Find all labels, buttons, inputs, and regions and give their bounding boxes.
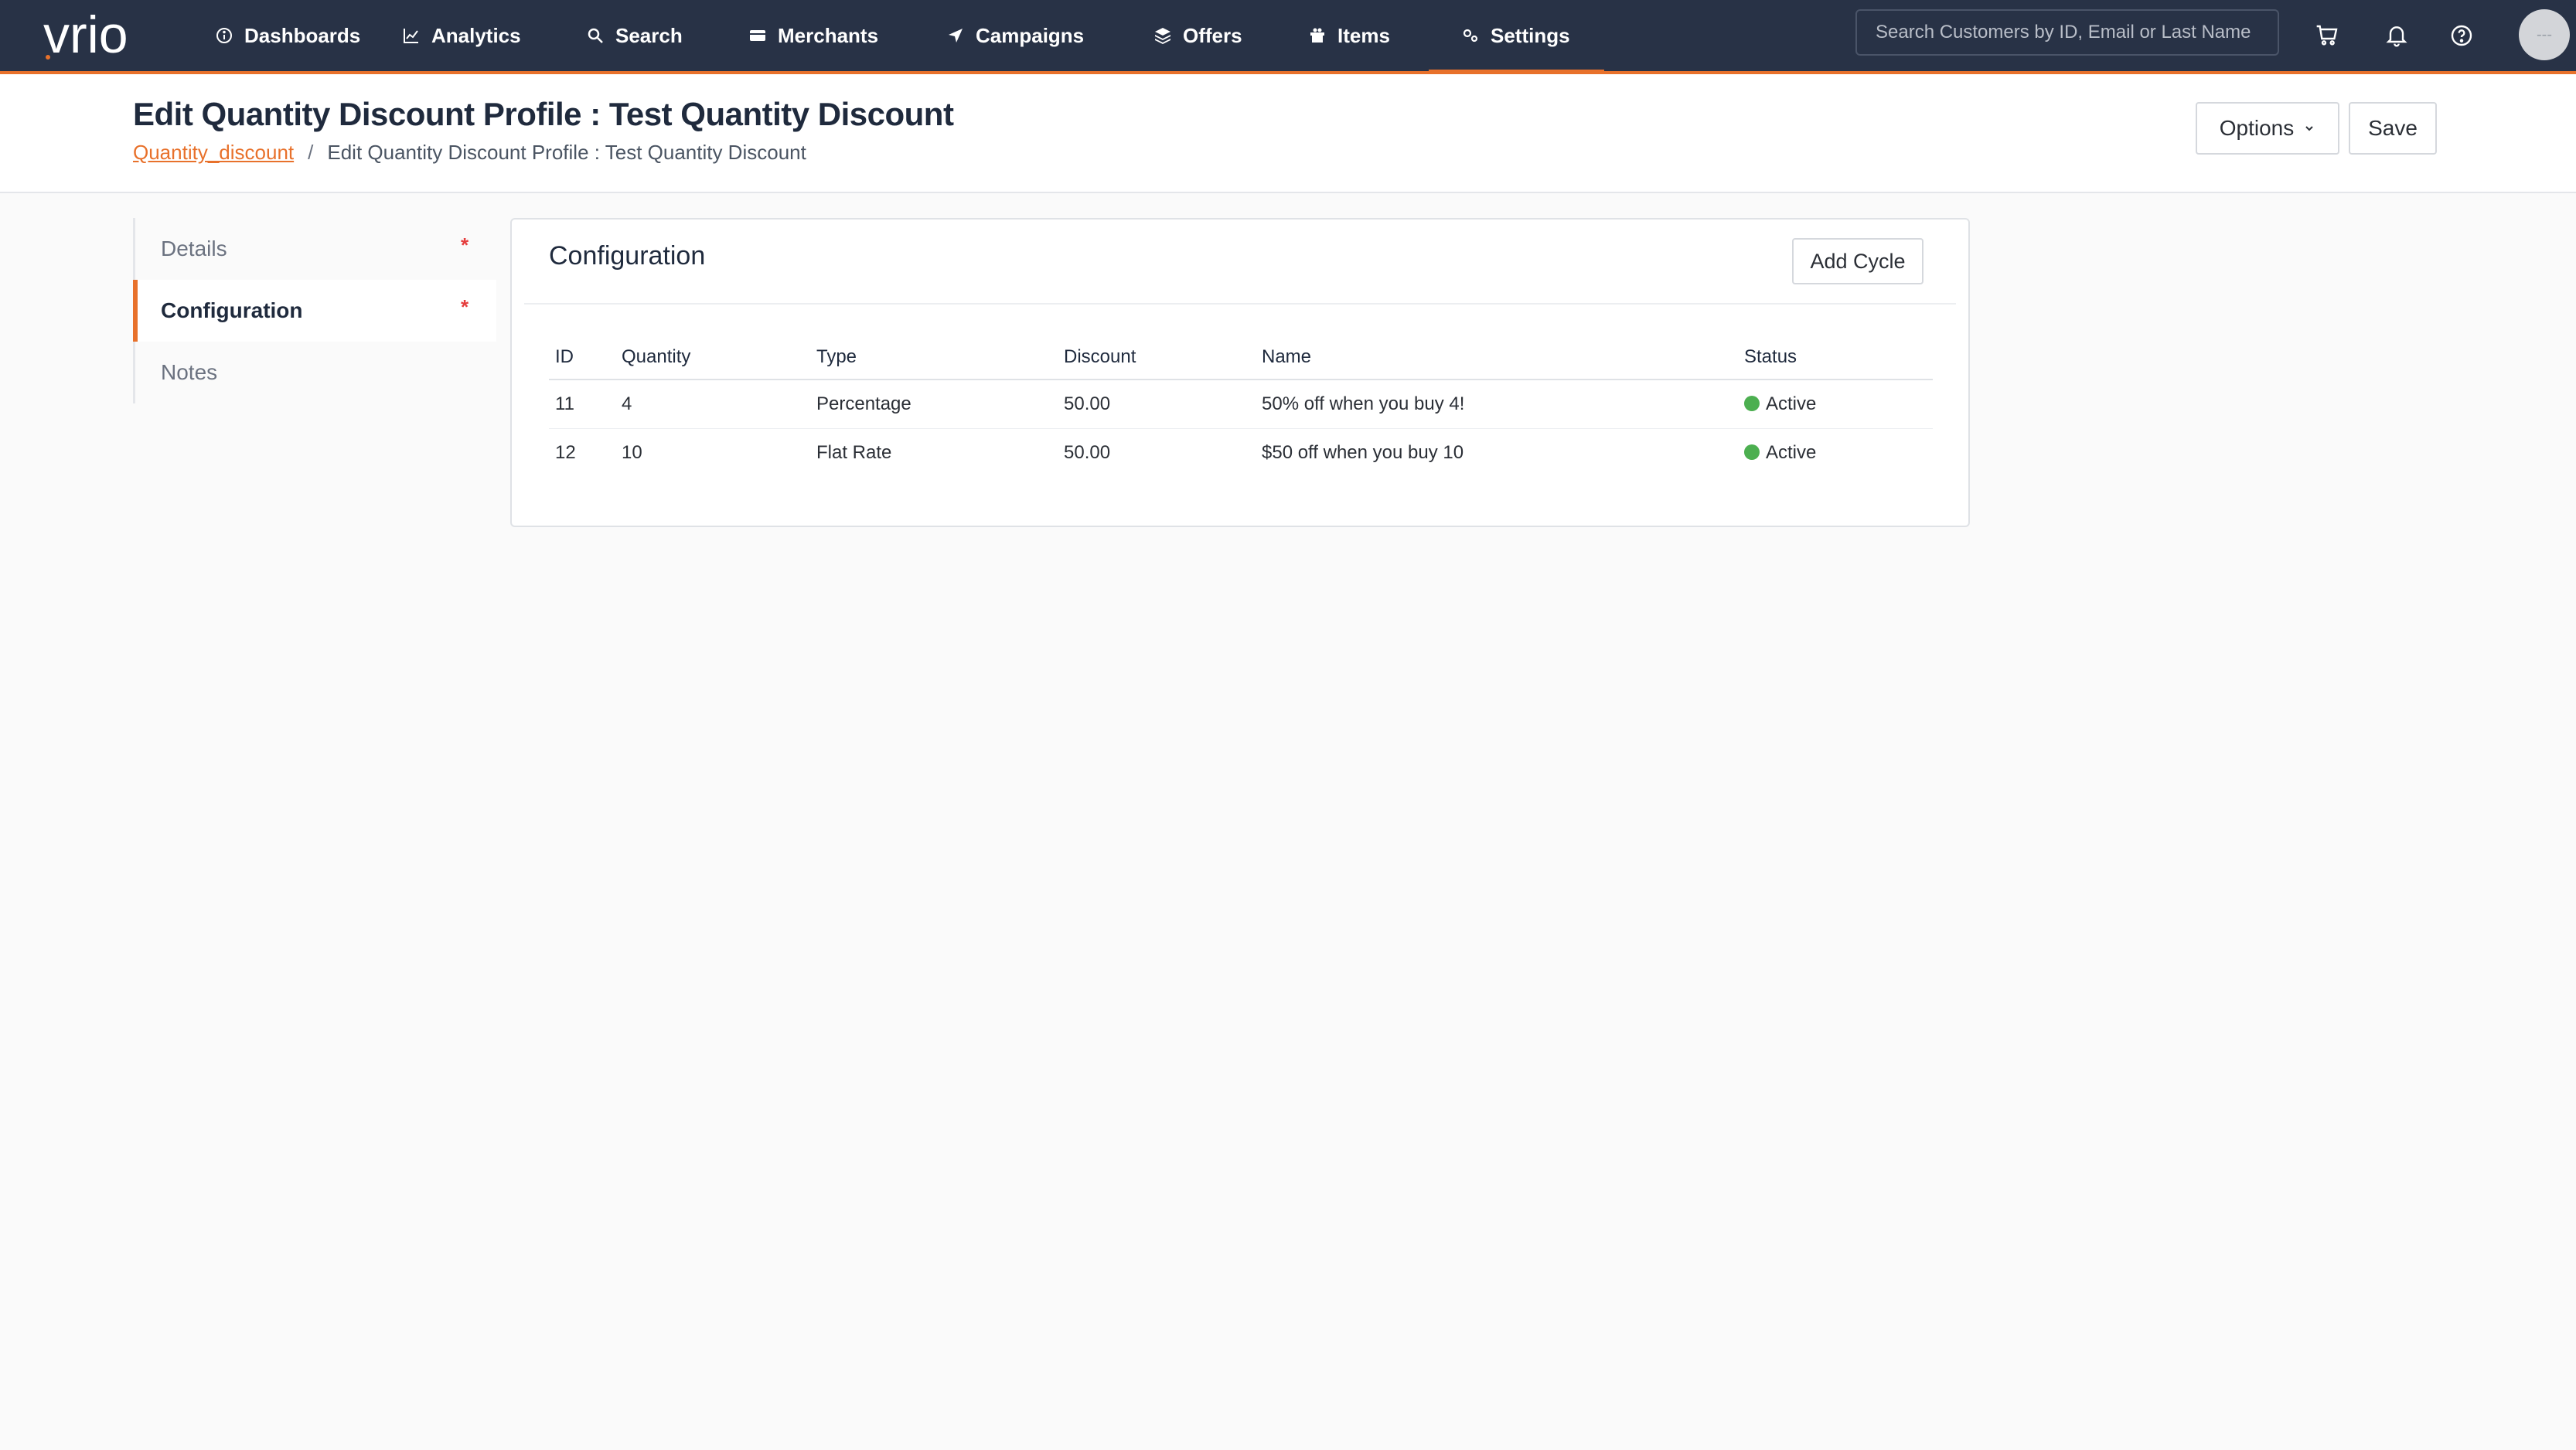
nav-search[interactable]: Search — [586, 0, 683, 71]
nav-analytics[interactable]: Analytics — [402, 0, 521, 71]
options-dropdown-button[interactable]: Options — [2196, 102, 2339, 155]
cell-quantity: 10 — [622, 442, 642, 463]
nav-merchants[interactable]: Merchants — [748, 0, 878, 71]
cell-id: 12 — [555, 442, 576, 463]
column-header-type[interactable]: Type — [810, 335, 1058, 380]
nav-items-label: Items — [1337, 23, 1390, 47]
user-avatar[interactable]: --- — [2519, 9, 2570, 60]
svg-text:vrio: vrio — [43, 8, 128, 62]
breadcrumb: Quantity_discount / Edit Quantity Discou… — [133, 141, 806, 165]
nav-dashboards-label: Dashboards — [244, 23, 361, 47]
status-active-dot-icon — [1744, 395, 1760, 411]
vrio-logo[interactable]: vrio — [43, 5, 167, 66]
nav-merchants-label: Merchants — [778, 23, 879, 47]
required-marker: * — [461, 233, 469, 257]
top-navbar: vrio Dashboards Analytics Search Merchan… — [0, 0, 2576, 74]
page-title: Edit Quantity Discount Profile : Test Qu… — [133, 96, 954, 132]
customer-search-input[interactable] — [1855, 9, 2279, 56]
card-divider — [524, 303, 1956, 305]
cell-quantity: 4 — [615, 380, 810, 429]
nav-dashboards[interactable]: Dashboards — [215, 0, 360, 71]
avatar-text: --- — [2537, 26, 2552, 43]
add-cycle-button[interactable]: Add Cycle — [1792, 238, 1923, 284]
sidebar-item-details[interactable]: Details * — [133, 218, 496, 280]
chevron-down-icon — [2305, 126, 2313, 131]
gift-box-icon — [1310, 28, 1324, 43]
profile-section-nav: Details * Configuration * Notes — [133, 218, 496, 403]
table-row[interactable]: 12 10 Flat Rate 50.00 $50 off when you b… — [549, 429, 1933, 478]
search-icon — [588, 28, 603, 43]
cell-discount: 50.00 — [1064, 442, 1111, 463]
status-active-dot-icon — [1744, 444, 1760, 460]
configuration-card: Configuration Add Cycle ID Quantity Type… — [510, 218, 1970, 527]
cart-icon[interactable] — [2310, 19, 2344, 53]
breadcrumb-current: Edit Quantity Discount Profile : Test Qu… — [327, 141, 806, 164]
table-row[interactable]: 11 4 Percentage 50.00 50% off when you b… — [549, 380, 1933, 429]
layers-icon — [1155, 28, 1170, 44]
page-header: Edit Quantity Discount Profile : Test Qu… — [0, 74, 2576, 193]
column-header-id[interactable]: ID — [549, 335, 615, 380]
save-label: Save — [2368, 116, 2418, 140]
status-label: Active — [1766, 442, 1817, 463]
sidebar-item-label: Notes — [161, 360, 218, 384]
credit-card-icon — [750, 30, 765, 41]
gears-icon — [1463, 29, 1478, 43]
help-icon[interactable] — [2445, 19, 2479, 53]
save-button[interactable]: Save — [2349, 102, 2437, 155]
bell-icon[interactable] — [2380, 19, 2414, 53]
cell-type: Percentage — [810, 380, 1058, 429]
cell-discount: 50.00 — [1058, 380, 1256, 429]
column-header-status[interactable]: Status — [1738, 335, 1933, 380]
nav-settings[interactable]: Settings — [1429, 0, 1604, 74]
cell-id: 11 — [549, 380, 615, 429]
nav-items[interactable]: Items — [1308, 0, 1390, 71]
status-label: Active — [1766, 393, 1817, 414]
nav-offers[interactable]: Offers — [1153, 0, 1242, 71]
cell-name: $50 off when you buy 10 — [1262, 442, 1464, 463]
configuration-title: Configuration — [549, 241, 706, 271]
table-header-row: ID Quantity Type Discount Name Status — [549, 335, 1933, 380]
sidebar-item-notes[interactable]: Notes — [133, 342, 496, 403]
sidebar-item-label: Details — [161, 237, 227, 260]
required-marker: * — [461, 295, 469, 318]
nav-offers-label: Offers — [1183, 23, 1242, 47]
nav-campaigns-label: Campaigns — [976, 23, 1085, 47]
info-circle-icon — [216, 28, 232, 43]
column-header-name[interactable]: Name — [1256, 335, 1738, 380]
nav-settings-label: Settings — [1491, 23, 1570, 47]
column-header-quantity[interactable]: Quantity — [615, 335, 810, 380]
sidebar-item-configuration[interactable]: Configuration * — [133, 280, 496, 342]
nav-analytics-label: Analytics — [431, 23, 521, 47]
options-label: Options — [2219, 116, 2295, 140]
line-chart-icon — [404, 29, 418, 43]
sidebar-item-label: Configuration — [161, 298, 303, 322]
cell-type: Flat Rate — [816, 442, 892, 463]
cell-name: 50% off when you buy 4! — [1256, 380, 1738, 429]
send-arrow-icon — [949, 29, 963, 43]
cell-status: Active — [1738, 380, 1933, 429]
breadcrumb-separator: / — [308, 141, 314, 164]
cell-status: Active — [1738, 429, 1933, 478]
quantity-discount-table: ID Quantity Type Discount Name Status 11… — [549, 335, 1933, 477]
column-header-discount[interactable]: Discount — [1058, 335, 1256, 380]
nav-campaigns[interactable]: Campaigns — [946, 0, 1084, 71]
nav-search-label: Search — [615, 23, 683, 47]
add-cycle-label: Add Cycle — [1810, 249, 1906, 273]
breadcrumb-link-quantity-discount[interactable]: Quantity_discount — [133, 141, 294, 165]
